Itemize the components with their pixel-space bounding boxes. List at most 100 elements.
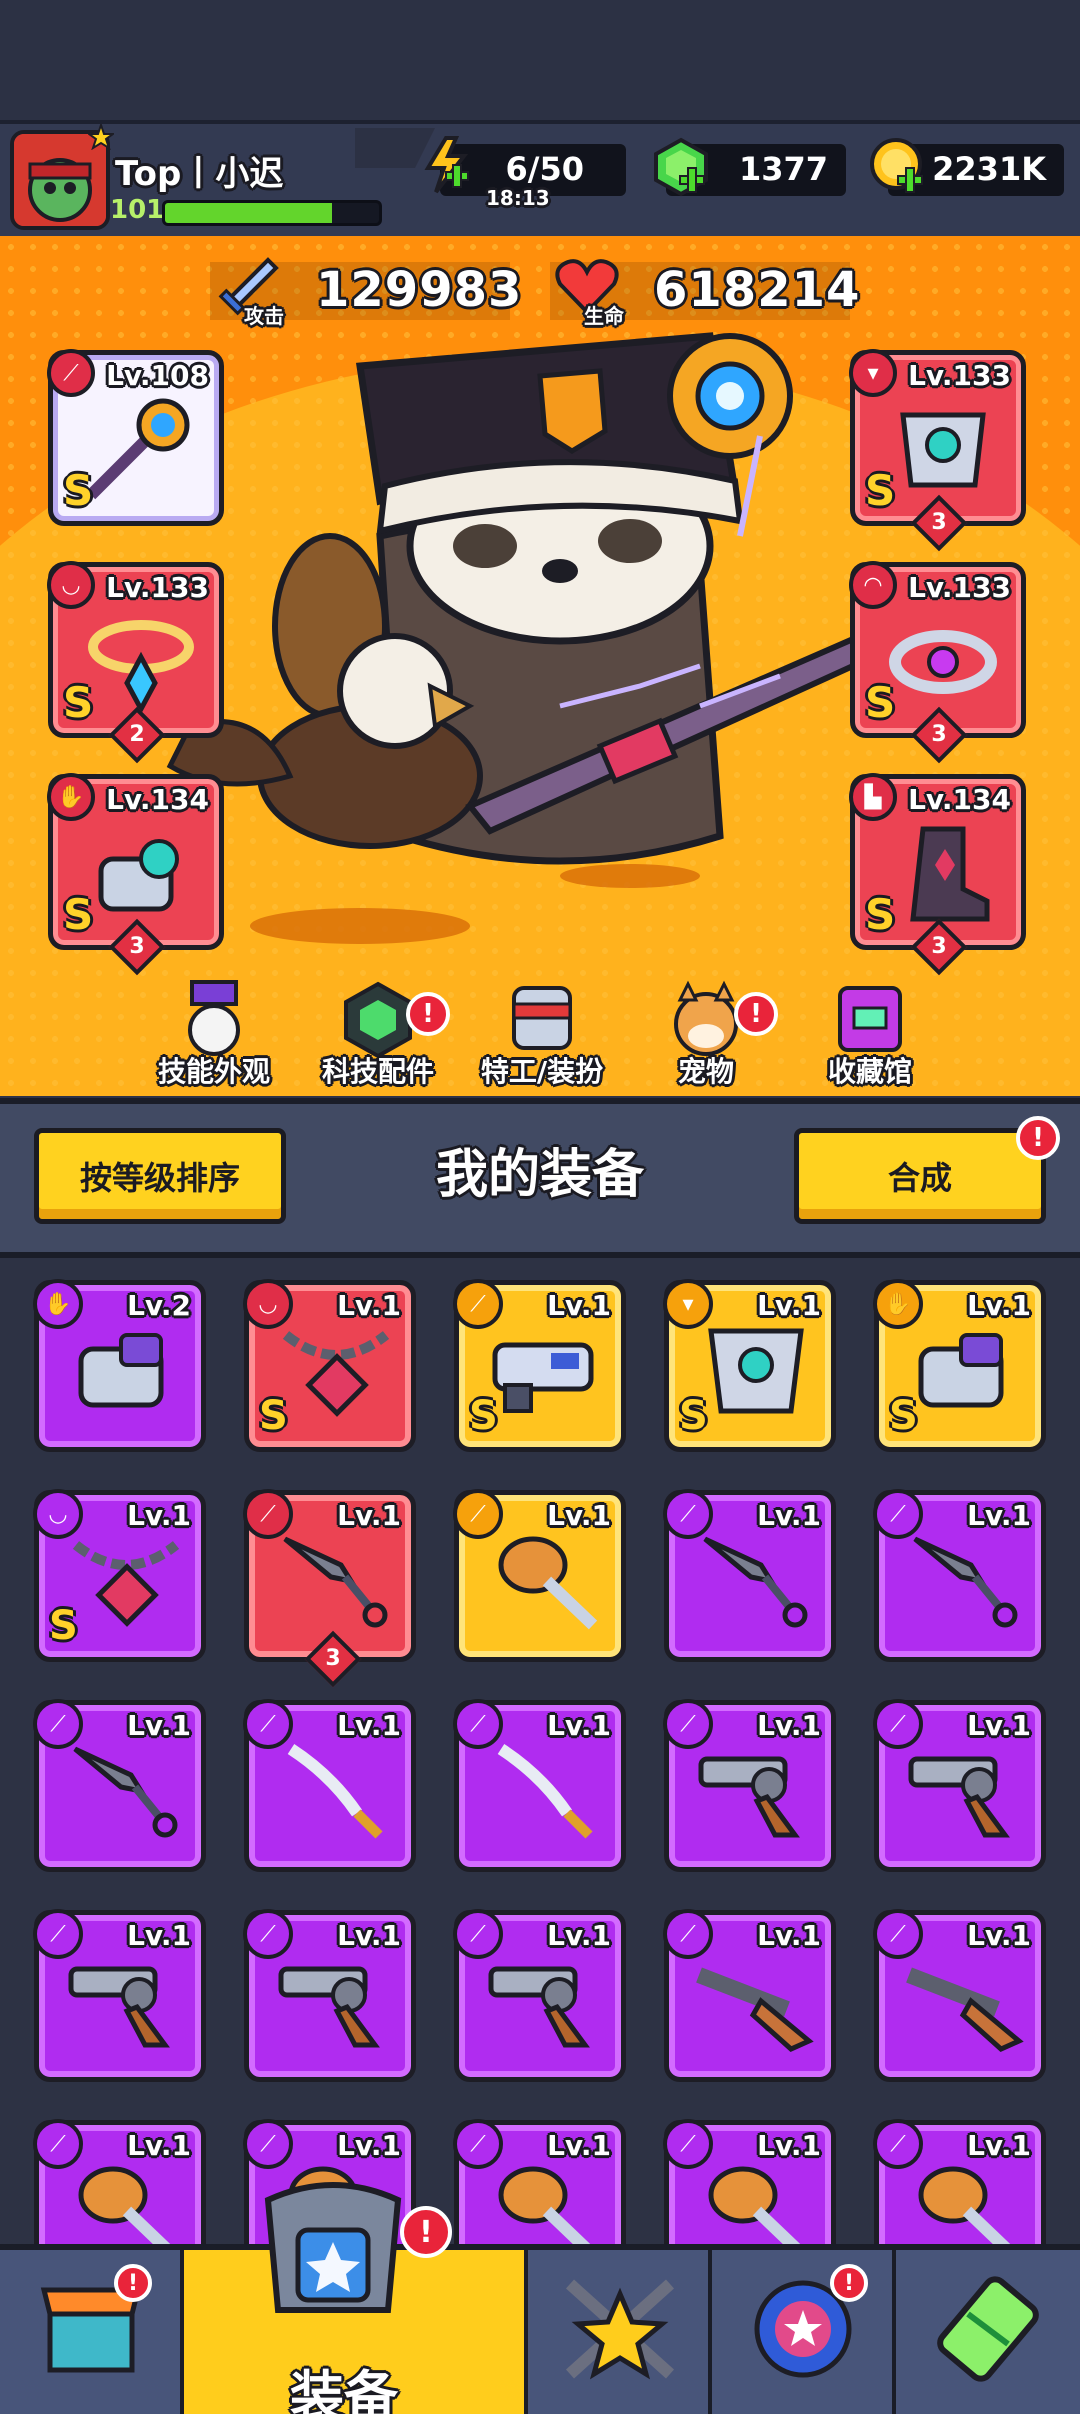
inventory-item[interactable]: ⟋ Lv.1 S <box>453 1279 626 1452</box>
inventory-item[interactable]: ⟋ Lv.1 <box>873 1699 1046 1872</box>
inventory-item[interactable]: ✋ Lv.2 <box>33 1279 206 1452</box>
xp-bar <box>162 200 382 226</box>
menu-label: 技能外观 <box>157 1055 270 1088</box>
boot-type-icon: ▙ <box>849 773 897 821</box>
armor-type-icon: ▾ <box>849 349 897 397</box>
equip-slot-armor[interactable]: ▾ Lv.133 S 3 <box>849 349 1026 552</box>
armor-icon <box>900 412 986 488</box>
equip-stars: 3 <box>931 510 947 535</box>
coin-value: 2231K <box>932 150 1046 188</box>
equip-slot-gloves[interactable]: ✋ Lv.134 S 3 <box>47 773 224 976</box>
nav-evolution[interactable] <box>896 2250 1080 2414</box>
hp-label: 生命 <box>584 304 624 328</box>
equip-rank: S <box>865 466 896 515</box>
bottom-nav: ! ! ! <box>0 2182 1080 2414</box>
equip-slot-ring[interactable]: ◠ Lv.133 S 3 <box>849 561 1026 764</box>
inventory-item[interactable]: ◡ Lv.1 S <box>243 1279 416 1452</box>
item-rank: S <box>259 1393 288 1439</box>
boot-icon <box>910 826 990 922</box>
inventory-item[interactable]: ⟋ Lv.1 <box>243 1909 416 2082</box>
equip-stars: 3 <box>129 934 145 959</box>
inventory-item[interactable]: ⟋ Lv.1 <box>33 1909 206 2082</box>
equip-level: Lv.108 <box>106 359 209 392</box>
equipment-icon <box>264 2182 402 2313</box>
feature-menu: 技能外观 ! 科技配件 特工/装扮 ! 宠物 收藏馆 <box>120 978 960 1098</box>
inventory-item[interactable]: ⟋ Lv.1 <box>33 1699 206 1872</box>
tech-parts-alert-badge: ! <box>406 992 450 1036</box>
equip-level: Lv.133 <box>908 359 1011 392</box>
equip-rank: S <box>63 678 94 727</box>
equipment-alert-badge: ! <box>400 2206 452 2258</box>
inventory-item[interactable]: ⟋ Lv.1 <box>873 1909 1046 2082</box>
nav-battle[interactable] <box>528 2250 712 2414</box>
avatar-star-icon <box>88 124 114 150</box>
inventory-item[interactable]: ⟋ Lv.1 <box>873 1489 1046 1662</box>
inventory-item[interactable]: ⟋ Lv.1 <box>453 1489 626 1662</box>
inventory-item[interactable]: ⟋ Lv.1 <box>243 1699 416 1872</box>
energy-bolt-icon[interactable] <box>416 134 478 196</box>
item-rank: S <box>889 1393 918 1439</box>
attack-label: 攻击 <box>244 304 284 328</box>
equip-stars: 2 <box>129 722 145 747</box>
gem-value: 1377 <box>738 150 828 188</box>
collection-icon <box>838 986 902 1052</box>
player-level: 101 <box>110 195 165 225</box>
inventory-item[interactable]: ⟋ Lv.1 <box>663 1699 836 1872</box>
energy-timer: 18:13 <box>486 186 550 210</box>
weapon-type-icon: ⟋ <box>47 349 95 397</box>
equip-slot-necklace[interactable]: ◡ Lv.133 S 2 <box>47 561 224 764</box>
item-star-badge: 3 <box>304 1630 362 1688</box>
merge-alert-badge: ! <box>1016 1116 1060 1160</box>
equip-level: Lv.133 <box>106 571 209 604</box>
gem-icon[interactable] <box>650 136 712 198</box>
menu-agent[interactable]: 特工/装扮 <box>462 978 622 1098</box>
evolution-icon <box>937 2276 1039 2382</box>
glove-type-icon: ✋ <box>47 773 95 821</box>
agent-icon <box>512 986 572 1050</box>
coin-icon[interactable] <box>868 136 930 198</box>
menu-label: 特工/装扮 <box>480 1055 604 1088</box>
equip-rank: S <box>63 890 94 939</box>
talent-alert-badge: ! <box>830 2264 868 2302</box>
equip-slot-boots[interactable]: ▙ Lv.134 S 3 <box>849 773 1026 976</box>
menu-label: 科技配件 <box>321 1055 434 1088</box>
skill-skin-icon <box>188 980 240 1056</box>
inventory-item[interactable]: ⟋ Lv.1 <box>663 1909 836 2082</box>
battle-icon <box>565 2279 675 2380</box>
nav-equipment-label: 装备 <box>290 2365 398 2414</box>
inventory-item[interactable]: ⟋ Lv.1 <box>663 1489 836 1662</box>
equip-slot-weapon[interactable]: ⟋ Lv.108 S <box>47 349 224 526</box>
inventory-item[interactable]: ◡ Lv.1 S <box>33 1489 206 1662</box>
necklace-icon <box>88 620 194 715</box>
inventory-item[interactable]: ⟋ Lv.1 3 <box>243 1489 416 1688</box>
equip-level: Lv.133 <box>908 571 1011 604</box>
menu-label: 收藏馆 <box>827 1055 912 1088</box>
nav-shop[interactable]: ! <box>0 2250 184 2414</box>
nav-talent[interactable]: ! <box>712 2250 896 2414</box>
inventory-item[interactable]: ✋ Lv.1 S <box>873 1279 1046 1452</box>
hp-value: 618214 <box>654 262 861 318</box>
inventory-item[interactable]: ⟋ Lv.1 <box>453 1699 626 1872</box>
menu-pet[interactable]: ! 宠物 <box>626 978 786 1098</box>
status-bar <box>0 0 1080 120</box>
menu-tech-parts[interactable]: ! 科技配件 <box>298 978 458 1098</box>
necklace-type-icon: ◡ <box>47 561 95 609</box>
menu-label: 宠物 <box>677 1055 734 1088</box>
pet-alert-badge: ! <box>734 992 778 1036</box>
item-rank: S <box>469 1393 498 1439</box>
ring-type-icon: ◠ <box>849 561 897 609</box>
player-name: Top丨小迟 <box>115 154 284 194</box>
item-stars: 3 <box>325 1646 341 1671</box>
inventory-item[interactable]: ▾ Lv.1 S <box>663 1279 836 1452</box>
merge-button[interactable]: 合成 <box>794 1128 1046 1224</box>
inventory-item[interactable]: ⟋ Lv.1 <box>453 1909 626 2082</box>
menu-skill-skin[interactable]: 技能外观 <box>134 978 294 1098</box>
xp-fill <box>165 203 332 223</box>
inventory-grid: ✋ Lv.2 ◡ Lv.1 S ⟋ Lv.1 S ▾ Lv.1 S ✋ Lv.1 S ◡ Lv.1 S ⟋ Lv.1… <box>0 1258 1080 2292</box>
menu-collection[interactable]: 收藏馆 <box>790 978 950 1098</box>
item-rank: S <box>679 1393 708 1439</box>
equip-stars: 3 <box>931 934 947 959</box>
equipment-screen: { "player": {"name": "Top丨小迟", "level": … <box>0 0 1080 2414</box>
equip-rank: S <box>865 890 896 939</box>
staff-icon <box>86 398 190 500</box>
